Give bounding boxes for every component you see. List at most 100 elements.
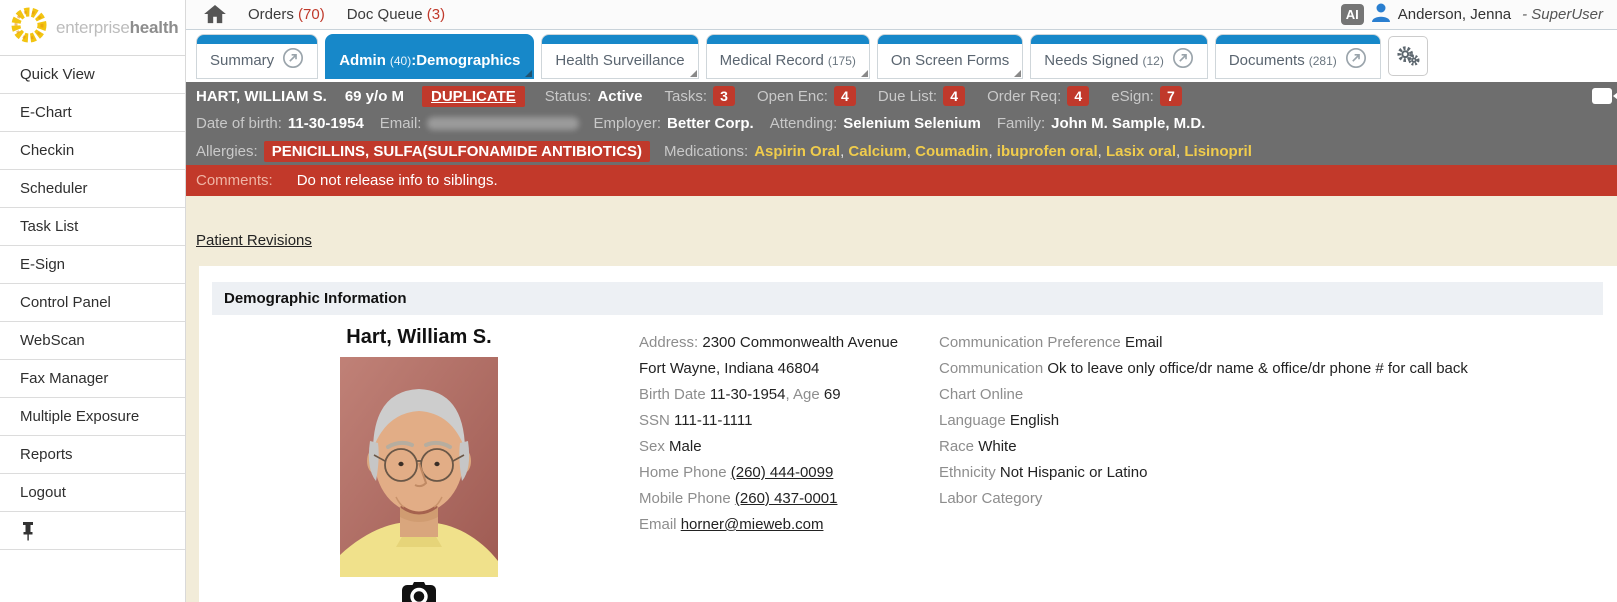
open-enc-label: Open Enc:: [757, 88, 828, 105]
family-label: Family:: [997, 115, 1045, 132]
field-ethnicity: Ethnicity Not Hispanic or Latino: [939, 460, 1468, 486]
tasks-count-badge[interactable]: 3: [713, 86, 735, 106]
tab-admin-demographics[interactable]: Admin (40) :Demographics: [325, 34, 534, 79]
order-req-count-badge[interactable]: 4: [1067, 86, 1089, 106]
medications-label: Medications:: [664, 143, 748, 160]
status-label: Status:: [545, 88, 592, 105]
card-header: Demographic Information: [212, 282, 1603, 315]
field-home-phone: Home Phone (260) 444-0099: [639, 460, 898, 486]
tab-documents[interactable]: Documents (281): [1215, 34, 1381, 79]
open-external-icon[interactable]: [1172, 47, 1194, 74]
sidebar-item-multiple-exposure[interactable]: Multiple Exposure: [0, 398, 185, 436]
video-camera-icon[interactable]: [1592, 86, 1617, 110]
brand-logo[interactable]: enterprisehealth: [0, 0, 186, 56]
comments-text: Do not release info to siblings.: [297, 172, 498, 189]
ai-badge[interactable]: AI: [1341, 4, 1364, 25]
camera-icon[interactable]: [400, 582, 438, 602]
medication-link[interactable]: Calcium: [848, 143, 915, 160]
medication-link[interactable]: Aspirin Oral: [754, 143, 848, 160]
demographics-left-fields: Address: 2300 Commonwealth Avenue Fort W…: [639, 330, 898, 538]
sidebar-item-quick-view[interactable]: Quick View: [0, 56, 185, 94]
mobile-phone-link[interactable]: (260) 437-0001: [735, 490, 838, 507]
employer-label: Employer:: [593, 115, 661, 132]
patient-photo-column: Hart, William S.: [329, 326, 509, 602]
dropdown-fold-icon: [525, 70, 532, 77]
allergies-label: Allergies:: [196, 143, 258, 160]
open-enc-count-badge[interactable]: 4: [834, 86, 856, 106]
home-phone-link[interactable]: (260) 444-0099: [731, 464, 834, 481]
field-email: Email horner@mieweb.com: [639, 512, 898, 538]
tab-summary[interactable]: Summary: [196, 34, 318, 79]
open-external-icon[interactable]: [282, 47, 304, 74]
tab-needs-signed[interactable]: Needs Signed (12): [1030, 34, 1208, 79]
open-external-icon[interactable]: [1345, 47, 1367, 74]
due-list-label: Due List:: [878, 88, 937, 105]
family-value: John M. Sample, M.D.: [1051, 115, 1205, 132]
sidebar-item-scheduler[interactable]: Scheduler: [0, 170, 185, 208]
field-mobile-phone: Mobile Phone (260) 437-0001: [639, 486, 898, 512]
banner-row-status: HART, WILLIAM S. 69 y/o M DUPLICATE Stat…: [186, 82, 1617, 110]
esign-count-badge[interactable]: 7: [1160, 86, 1182, 106]
field-sex: Sex Male: [639, 434, 898, 460]
nav-doc-queue[interactable]: Doc Queue (3): [347, 6, 445, 23]
patient-age-sex: 69 y/o M: [345, 88, 404, 105]
medication-link[interactable]: Coumadin: [915, 143, 997, 160]
settings-gears-icon[interactable]: [1388, 36, 1428, 76]
user-name[interactable]: Anderson, Jenna: [1398, 6, 1511, 23]
email-label: Email:: [380, 115, 422, 132]
field-race: Race White: [939, 434, 1468, 460]
medication-link[interactable]: ibuprofen oral: [997, 143, 1106, 160]
patient-photo: [340, 357, 498, 577]
demographics-right-fields: Communication Preference Email Communica…: [939, 330, 1468, 512]
field-address-line2: Fort Wayne, Indiana 46804: [639, 356, 898, 382]
due-list-count-badge[interactable]: 4: [943, 86, 965, 106]
medications-list: Aspirin OralCalciumCoumadinibuprofen ora…: [754, 143, 1252, 160]
email-link[interactable]: horner@mieweb.com: [681, 516, 824, 533]
sidebar-item-checkin[interactable]: Checkin: [0, 132, 185, 170]
sidebar-item-e-chart[interactable]: E-Chart: [0, 94, 185, 132]
employer-value: Better Corp.: [667, 115, 754, 132]
tab-health-surveillance[interactable]: Health Surveillance: [541, 34, 698, 79]
dob-value: 11-30-1954: [288, 115, 364, 132]
dob-label: Date of birth:: [196, 115, 282, 132]
patient-banner: HART, WILLIAM S. 69 y/o M DUPLICATE Stat…: [186, 82, 1617, 196]
demographics-card: Demographic Information Hart, William S.: [199, 266, 1617, 602]
duplicate-flag[interactable]: DUPLICATE: [422, 86, 525, 107]
medication-link[interactable]: Lasix oral: [1106, 143, 1184, 160]
brand-name: enterprisehealth: [56, 18, 178, 38]
sidebar-item-task-list[interactable]: Task List: [0, 208, 185, 246]
order-req-label: Order Req:: [987, 88, 1061, 105]
sidebar-item-logout[interactable]: Logout: [0, 474, 185, 512]
banner-row-allergies: Allergies: PENICILLINS, SULFA(SULFONAMID…: [186, 137, 1617, 165]
sidebar-item-fax-manager[interactable]: Fax Manager: [0, 360, 185, 398]
esign-label: eSign:: [1111, 88, 1154, 105]
main-content: Patient Revisions Demographic Informatio…: [186, 196, 1617, 602]
nav-orders[interactable]: Orders (70): [248, 6, 325, 23]
tab-medical-record[interactable]: Medical Record (175): [706, 34, 870, 79]
tasks-label: Tasks:: [664, 88, 707, 105]
pin-sidebar-icon[interactable]: [0, 512, 185, 550]
tab-on-screen-forms[interactable]: On Screen Forms: [877, 34, 1023, 79]
field-ssn: SSN 111-11-1111: [639, 408, 898, 434]
field-language: Language English: [939, 408, 1468, 434]
attending-label: Attending:: [770, 115, 838, 132]
sidebar-item-control-panel[interactable]: Control Panel: [0, 284, 185, 322]
field-communication: Communication Ok to leave only office/dr…: [939, 356, 1468, 382]
home-icon[interactable]: [204, 5, 226, 24]
app-window: enterprisehealth Orders (70) Doc Queue (…: [0, 0, 1617, 602]
comments-label: Comments:: [196, 172, 273, 189]
field-address: Address: 2300 Commonwealth Avenue: [639, 330, 898, 356]
attending-value: Selenium Selenium: [843, 115, 981, 132]
dropdown-fold-icon: [690, 70, 697, 77]
banner-row-comments: Comments: Do not release info to sibling…: [186, 165, 1617, 196]
patient-revisions-link[interactable]: Patient Revisions: [196, 232, 312, 249]
allergies-value[interactable]: PENICILLINS, SULFA(SULFONAMIDE ANTIBIOTI…: [264, 141, 650, 162]
sidebar-item-e-sign[interactable]: E-Sign: [0, 246, 185, 284]
sidebar-item-webscan[interactable]: WebScan: [0, 322, 185, 360]
field-birth-date: Birth Date 11-30-1954, Age 69: [639, 382, 898, 408]
medication-link[interactable]: Lisinopril: [1184, 143, 1252, 160]
card-title: Demographic Information: [212, 290, 407, 307]
status-value: Active: [597, 88, 642, 105]
field-labor-category: Labor Category: [939, 486, 1468, 512]
sidebar-item-reports[interactable]: Reports: [0, 436, 185, 474]
